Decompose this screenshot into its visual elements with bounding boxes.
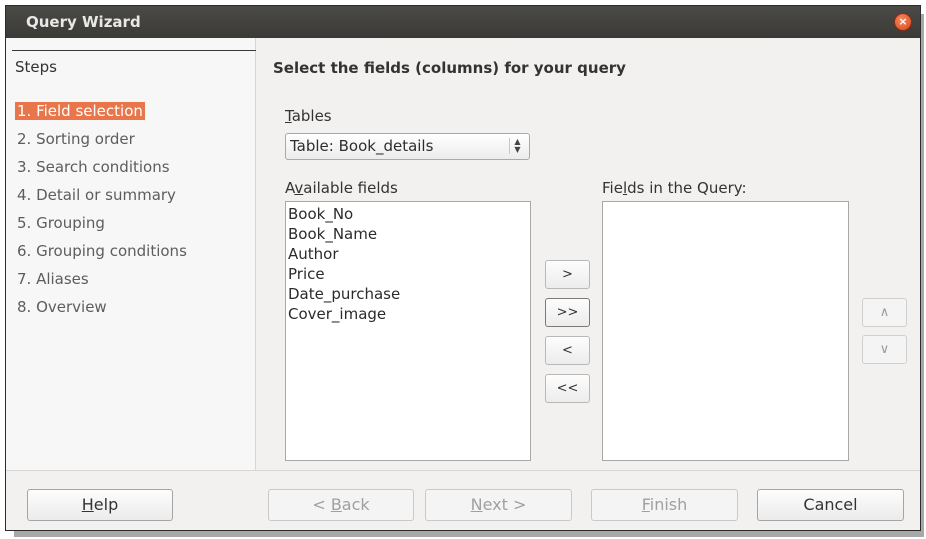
query-fields-label: Fields in the Query: — [602, 179, 747, 197]
help-button[interactable]: Help — [27, 489, 173, 521]
next-button[interactable]: Next > — [425, 489, 572, 521]
move-down-button[interactable]: ∨ — [862, 335, 907, 364]
step-grouping[interactable]: 5. Grouping — [15, 212, 189, 240]
table-select-value: Table: Book_details — [290, 137, 434, 155]
button-bar: Help < Back Next > Finish Cancel — [6, 470, 920, 530]
query-wizard-dialog: Query Wizard × Steps 1. Field selection … — [5, 5, 921, 531]
step-aliases[interactable]: 7. Aliases — [15, 268, 189, 296]
steps-divider — [12, 50, 256, 51]
spin-arrows-icon: ▲ ▼ — [509, 138, 523, 154]
available-fields-list[interactable]: Book_No Book_Name Author Price Date_purc… — [285, 201, 531, 461]
remove-all-fields-button[interactable]: << — [545, 374, 590, 403]
list-item[interactable]: Author — [286, 244, 530, 264]
steps-list: 1. Field selection 2. Sorting order 3. S… — [15, 100, 189, 324]
add-field-button[interactable]: > — [545, 260, 590, 289]
move-up-button[interactable]: ∧ — [862, 298, 907, 327]
list-item[interactable]: Date_purchase — [286, 284, 530, 304]
close-icon[interactable]: × — [894, 13, 912, 31]
available-fields-label: Available fields — [285, 179, 398, 197]
list-item[interactable]: Cover_image — [286, 304, 530, 324]
page-title: Select the fields (columns) for your que… — [273, 59, 626, 77]
finish-button[interactable]: Finish — [591, 489, 738, 521]
add-all-fields-button[interactable]: >> — [545, 298, 590, 327]
step-search-conditions[interactable]: 3. Search conditions — [15, 156, 189, 184]
step-sorting-order[interactable]: 2. Sorting order — [15, 128, 189, 156]
remove-field-button[interactable]: < — [545, 336, 590, 365]
query-fields-list[interactable] — [602, 201, 849, 461]
steps-sidebar: Steps 1. Field selection 2. Sorting orde… — [6, 38, 256, 470]
back-button[interactable]: < Back — [268, 489, 414, 521]
tables-label: Tables — [285, 107, 332, 125]
cancel-button[interactable]: Cancel — [757, 489, 904, 521]
table-select[interactable]: Table: Book_details ▲ ▼ — [285, 133, 530, 160]
step-overview[interactable]: 8. Overview — [15, 296, 189, 324]
list-item[interactable]: Book_Name — [286, 224, 530, 244]
title-bar[interactable]: Query Wizard × — [6, 6, 920, 38]
step-detail-or-summary[interactable]: 4. Detail or summary — [15, 184, 189, 212]
window-title: Query Wizard — [26, 13, 141, 31]
step-grouping-conditions[interactable]: 6. Grouping conditions — [15, 240, 189, 268]
steps-heading: Steps — [15, 58, 57, 76]
list-item[interactable]: Book_No — [286, 204, 530, 224]
step-field-selection[interactable]: 1. Field selection — [15, 100, 189, 128]
main-panel: Select the fields (columns) for your que… — [256, 38, 920, 470]
list-item[interactable]: Price — [286, 264, 530, 284]
